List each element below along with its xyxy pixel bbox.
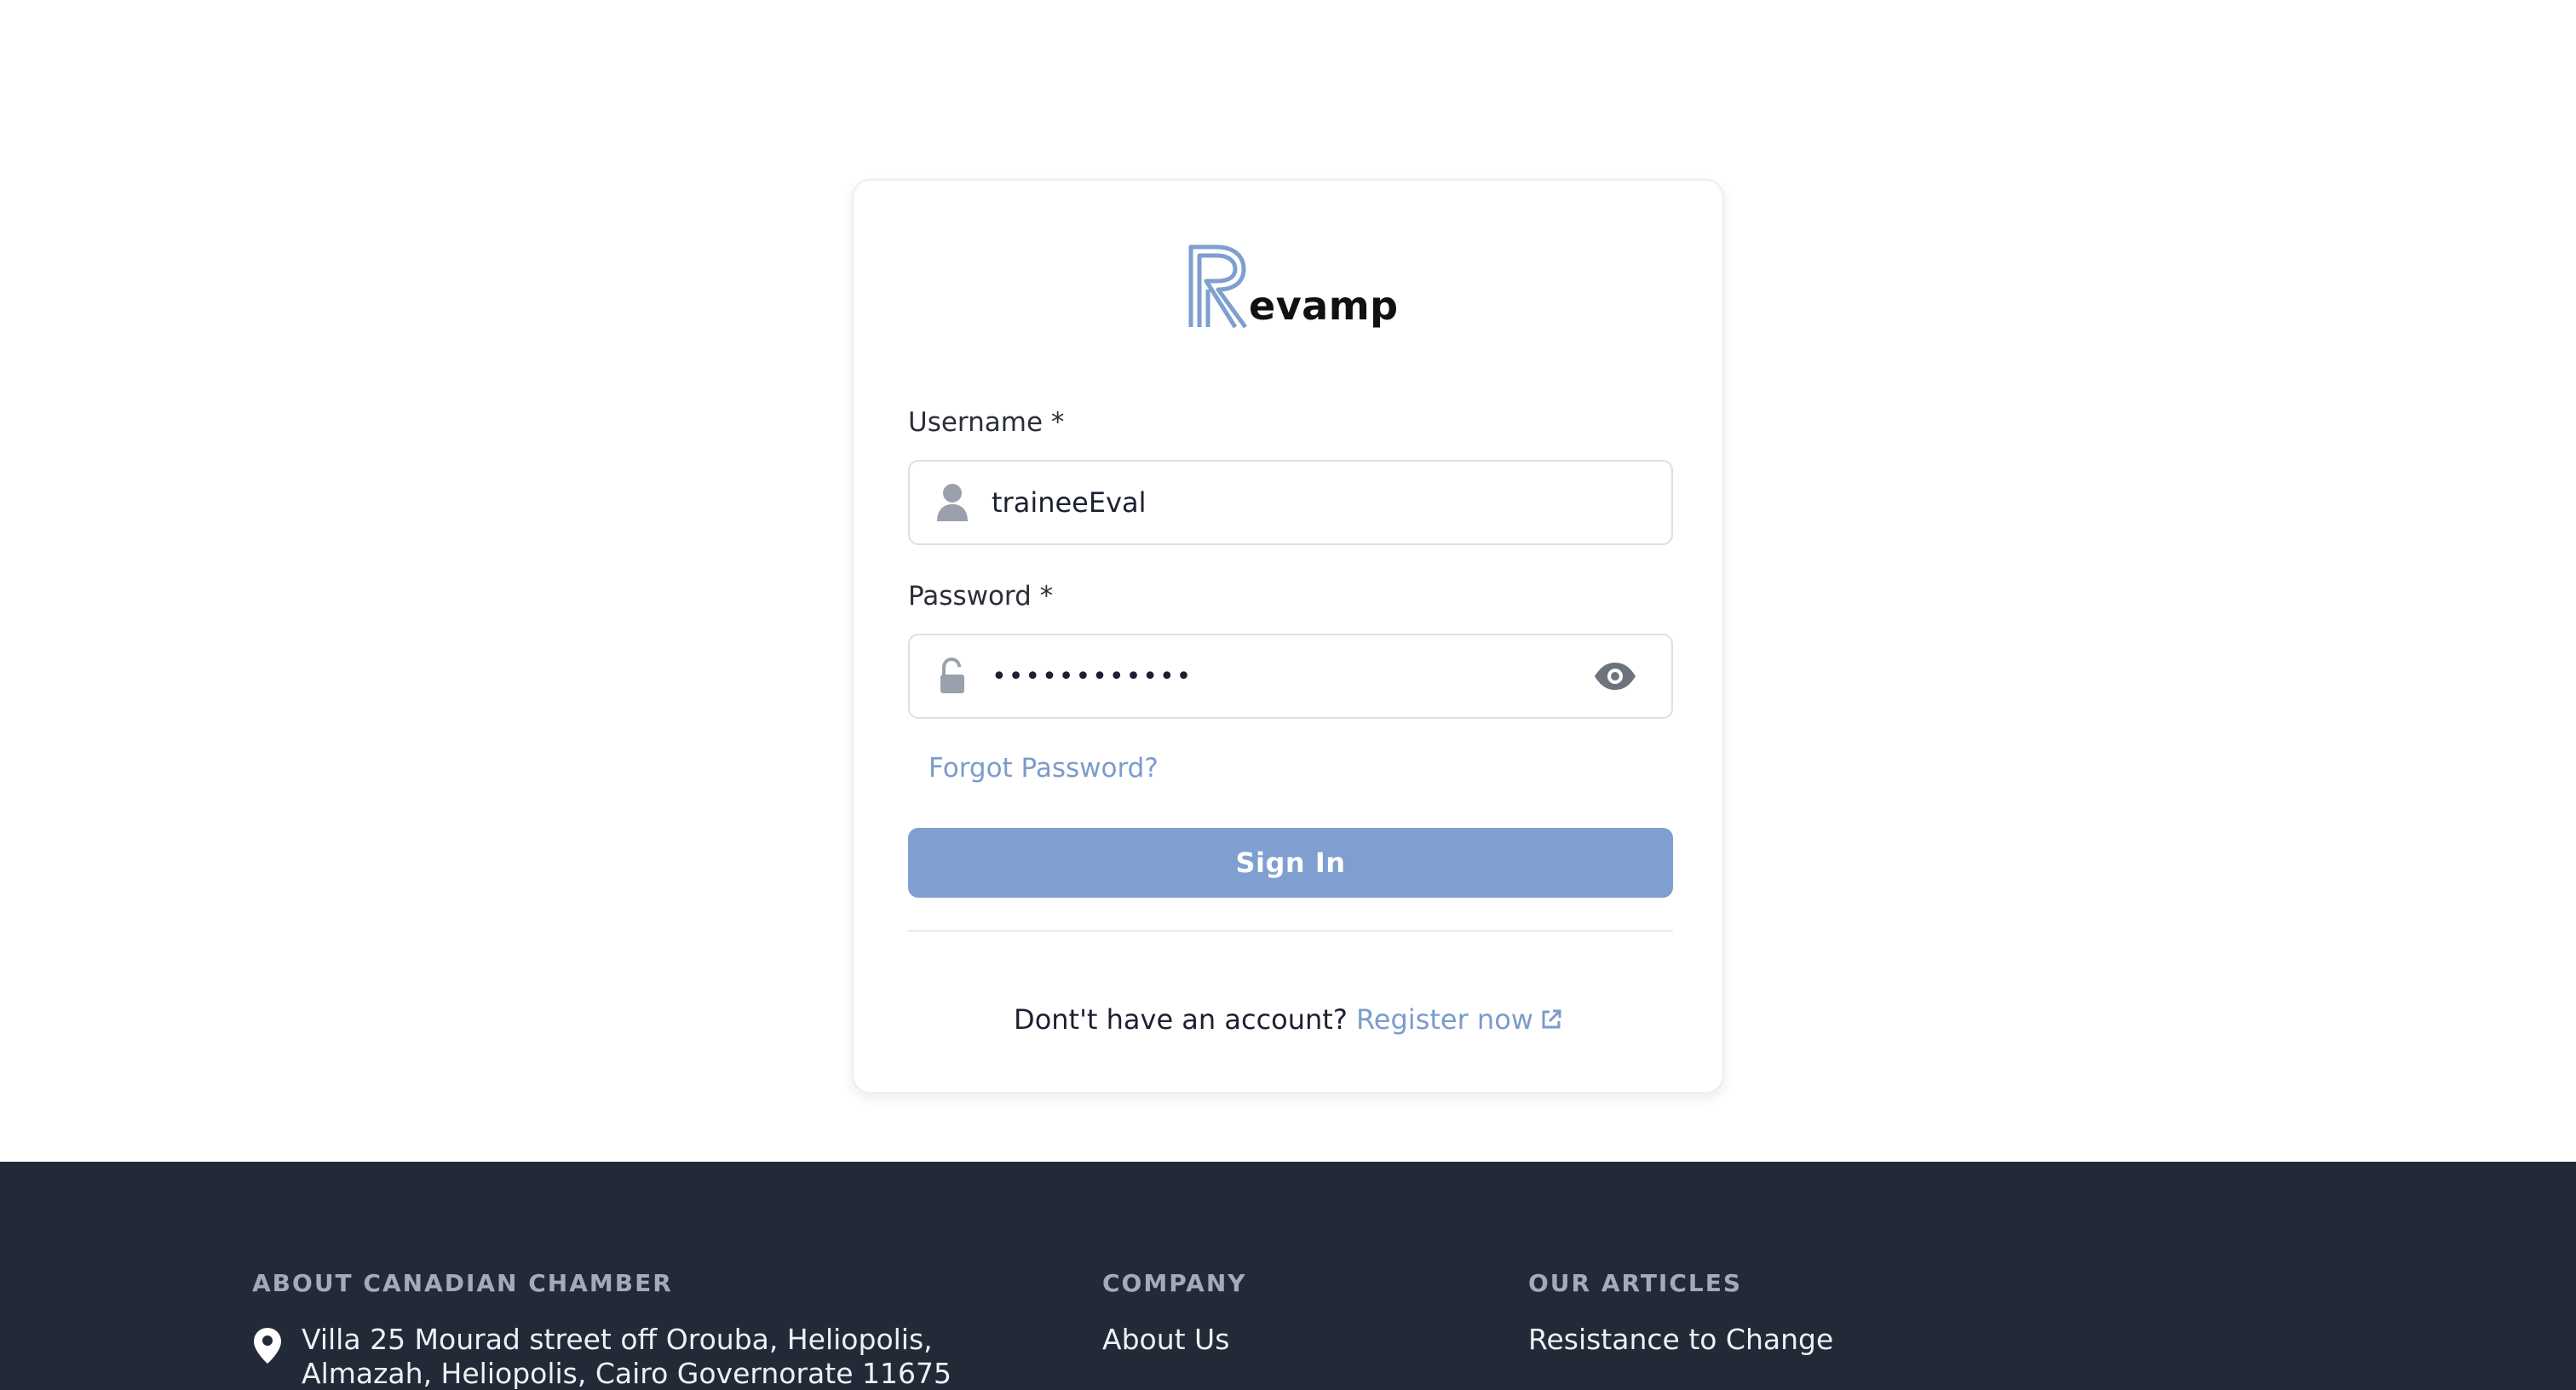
login-card: evamp Username * traineeEval Password * … <box>852 179 1724 1094</box>
forgot-password-link[interactable]: Forgot Password? <box>929 753 1159 784</box>
revamp-logo: evamp <box>1187 233 1399 329</box>
about-us-link[interactable]: About Us <box>1102 1323 1229 1357</box>
footer-about-heading: ABOUT CANADIAN CHAMBER <box>252 1269 673 1297</box>
username-field[interactable]: traineeEval <box>908 460 1673 545</box>
divider <box>908 930 1673 932</box>
revamp-logo-mark <box>1188 244 1248 329</box>
resistance-to-change-link[interactable]: Resistance to Change <box>1528 1323 1833 1357</box>
register-now-label: Register now <box>1356 1003 1533 1036</box>
register-row: Dont't have an account? Register now <box>854 1003 1722 1036</box>
register-prompt: Dont't have an account? <box>1014 1003 1348 1036</box>
footer-company-column: COMPANY About Us <box>1102 1269 1247 1357</box>
footer-company-heading: COMPANY <box>1102 1269 1247 1297</box>
register-now-link[interactable]: Register now <box>1356 1003 1562 1036</box>
footer-about-column: ABOUT CANADIAN CHAMBER Villa 25 Mourad s… <box>252 1269 1068 1390</box>
password-label: Password * <box>908 581 1054 612</box>
site-footer: ABOUT CANADIAN CHAMBER Villa 25 Mourad s… <box>0 1162 2576 1390</box>
username-input[interactable]: traineeEval <box>992 462 1588 543</box>
logo-wordmark: evamp <box>1249 283 1399 329</box>
footer-address: Villa 25 Mourad street off Orouba, Helio… <box>252 1323 1068 1390</box>
user-icon <box>937 484 968 521</box>
login-page: evamp Username * traineeEval Password * … <box>0 0 2576 1390</box>
eye-icon[interactable] <box>1593 661 1637 692</box>
footer-articles-column: OUR ARTICLES Resistance to Change <box>1528 1269 1833 1357</box>
footer-company-item: About Us <box>1102 1323 1247 1357</box>
username-label: Username * <box>908 407 1065 438</box>
lock-open-icon <box>940 657 964 693</box>
password-field[interactable]: •••••••••••• <box>908 634 1673 719</box>
map-pin-icon <box>254 1328 281 1364</box>
password-input[interactable]: •••••••••••• <box>992 635 1588 717</box>
footer-address-text: Villa 25 Mourad street off Orouba, Helio… <box>302 1323 952 1390</box>
footer-articles-item: Resistance to Change <box>1528 1323 1833 1357</box>
external-link-icon <box>1542 1009 1561 1029</box>
footer-articles-heading: OUR ARTICLES <box>1528 1269 1743 1297</box>
sign-in-button[interactable]: Sign In <box>908 828 1673 898</box>
